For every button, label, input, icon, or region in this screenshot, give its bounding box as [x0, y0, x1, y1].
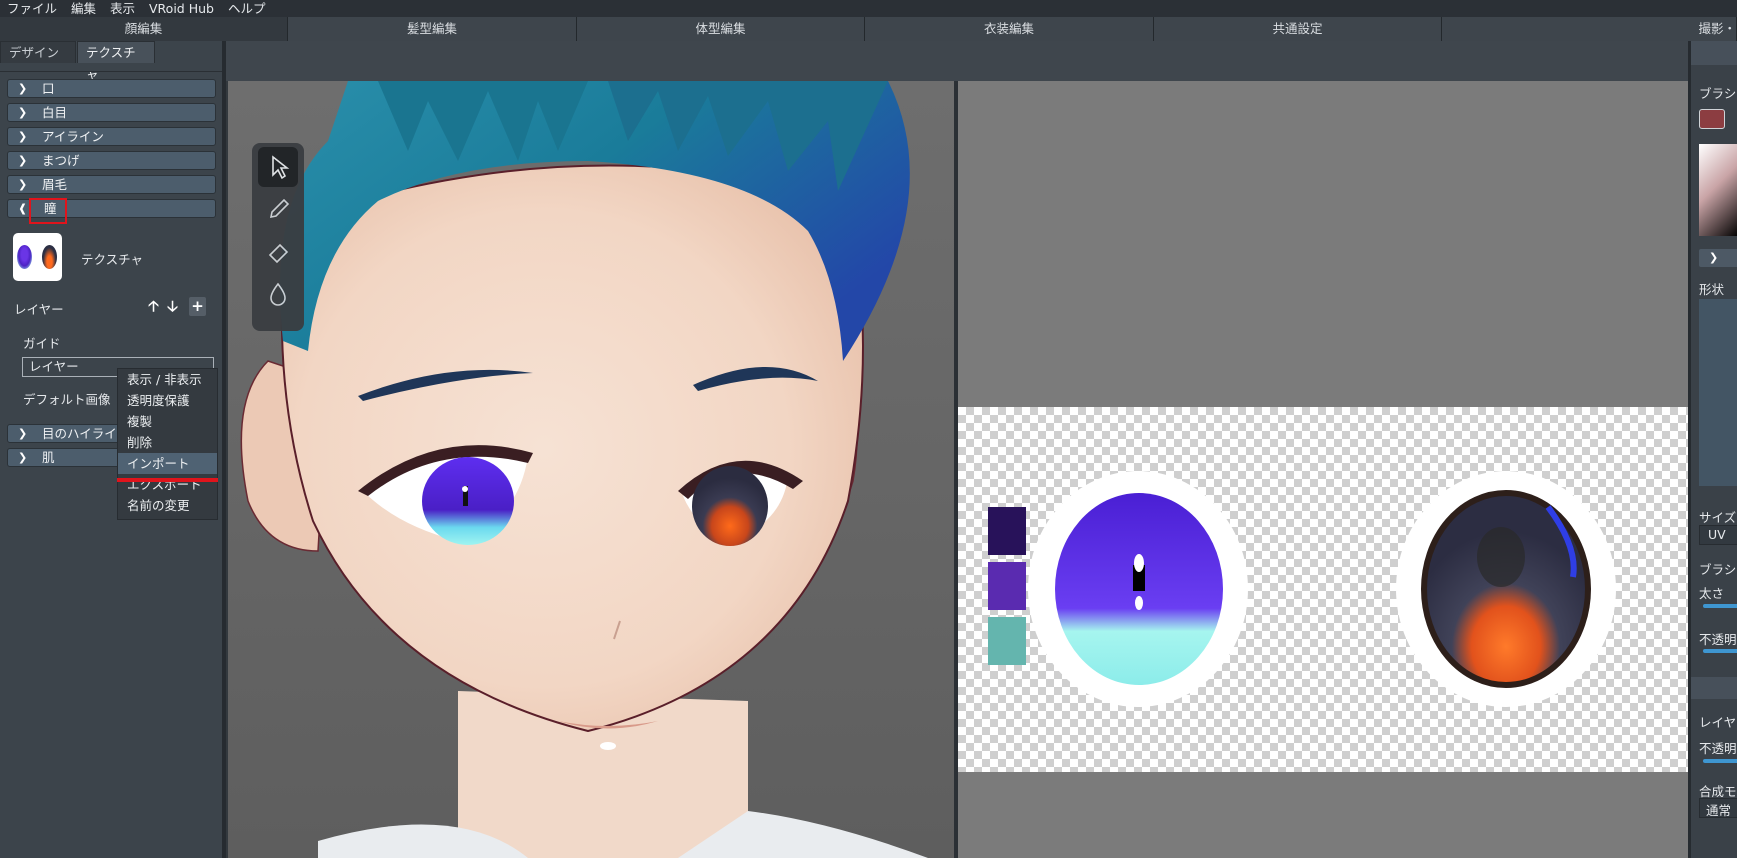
menu-help[interactable]: ヘルプ [221, 0, 266, 17]
brush-shape-list[interactable] [1699, 299, 1737, 486]
menu-item-delete[interactable]: 削除 [118, 432, 217, 453]
chevron-down-icon: ❯ [18, 106, 28, 119]
iris-texture-art [1028, 471, 1616, 707]
section-label: 口 [42, 81, 55, 96]
uv-label: UV [1708, 527, 1726, 542]
opacity-label: 不透明 [1699, 632, 1737, 647]
chevron-down-icon: ❯ [18, 82, 28, 95]
select-arrow-icon[interactable] [258, 147, 298, 187]
default-image-layer[interactable]: デフォルト画像 [23, 389, 111, 408]
add-layer-button[interactable]: + [189, 297, 206, 316]
red-highlight-box [29, 198, 67, 224]
blend-mode-select[interactable]: 通常 [1699, 798, 1737, 818]
layer-opacity-label: 不透明 [1699, 741, 1737, 756]
menu-bar: ファイル 編集 表示 VRoid Hub ヘルプ [0, 0, 1737, 17]
guide-layer[interactable]: ガイド [23, 333, 61, 352]
brush-color-swatch[interactable] [1699, 109, 1725, 129]
chevron-down-icon: ❯ [18, 130, 28, 143]
texture-editor-view[interactable] [958, 81, 1688, 858]
tab-common-settings[interactable]: 共通設定 [1154, 17, 1442, 41]
color-picker[interactable] [1699, 144, 1737, 236]
chevron-down-icon: ❯ [18, 154, 28, 167]
fill-drop-icon[interactable] [258, 273, 298, 313]
section-label: 眉毛 [42, 177, 68, 192]
section-eyewhite[interactable]: ❯ 白目 [7, 103, 216, 122]
texture-canvas[interactable] [958, 407, 1688, 772]
layer-down-button[interactable]: 🡣 [164, 297, 181, 316]
section-label: 白目 [42, 105, 68, 120]
layer-panel-header [1691, 677, 1737, 699]
tab-body-edit[interactable]: 体型編集 [577, 17, 865, 41]
menu-edit[interactable]: 編集 [64, 0, 96, 17]
right-panel-header [1691, 41, 1737, 65]
chevron-up-icon: ❰ [18, 202, 28, 215]
section-label: 肌 [42, 450, 55, 465]
section-mouth[interactable]: ❯ 口 [7, 79, 216, 98]
size-label: サイズ [1699, 510, 1737, 525]
eraser-icon[interactable] [258, 231, 298, 271]
tab-hair-edit[interactable]: 髪型編集 [288, 17, 577, 41]
section-eyeline[interactable]: ❯ アイライン [7, 127, 216, 146]
subtab-divider [0, 71, 222, 72]
right-panel: ブラシ ❯ 形状 サイズ UV ブラシ 太さ 不透明 レイヤ 不透明 合成モ 通… [1688, 41, 1737, 858]
tab-photo[interactable]: 撮影・ [1442, 17, 1737, 41]
layer-label-right: レイヤ [1699, 715, 1737, 730]
subtab-design[interactable]: デザイン [0, 41, 76, 63]
section-eyebrow[interactable]: ❯ 眉毛 [7, 175, 216, 194]
character-face-render [240, 81, 928, 858]
tab-face-edit[interactable]: 顔編集 [0, 17, 288, 41]
chevron-down-icon: ❯ [18, 178, 28, 191]
subtab-texture[interactable]: テクスチャ [77, 41, 155, 82]
chevron-down-icon: ❯ [18, 451, 28, 464]
viewport-top-bar [226, 41, 1688, 81]
menu-item-rename[interactable]: 名前の変更 [118, 495, 217, 516]
tool-palette [252, 143, 304, 331]
layer-label: レイヤー [14, 302, 64, 317]
size-mode-select[interactable]: UV [1699, 525, 1737, 545]
thickness-slider[interactable] [1703, 604, 1737, 608]
3d-model-view[interactable] [228, 81, 954, 858]
menu-view[interactable]: 表示 [103, 0, 135, 17]
tab-outfit-edit[interactable]: 衣装編集 [865, 17, 1154, 41]
chevron-down-icon: ❯ [18, 427, 28, 440]
brush-label: ブラシ [1699, 86, 1737, 101]
menu-vroid-hub[interactable]: VRoid Hub [142, 0, 214, 17]
menu-item-toggle-visibility[interactable]: 表示 / 非表示 [118, 369, 217, 390]
thumb-eye-right [42, 245, 57, 269]
section-eyelash[interactable]: ❯ まつげ [7, 151, 216, 170]
menu-item-duplicate[interactable]: 複製 [118, 411, 217, 432]
opacity-slider[interactable] [1703, 649, 1737, 653]
thumb-eye-left [17, 245, 32, 269]
texture-label: テクスチャ [81, 252, 144, 267]
layer-up-button[interactable]: 🡡 [145, 297, 162, 316]
blend-mode-value: 通常 [1706, 803, 1732, 818]
menu-file[interactable]: ファイル [0, 0, 57, 17]
layer-context-menu: 表示 / 非表示 透明度保護 複製 削除 インポート エクスポート 名前の変更 [117, 368, 218, 520]
shape-label: 形状 [1699, 282, 1725, 297]
iris-texture-thumbnail[interactable] [13, 233, 62, 281]
chevron-down-icon[interactable]: ❯ [1699, 249, 1737, 267]
red-underline-annotation [117, 478, 218, 482]
pen-icon[interactable] [258, 189, 298, 229]
menu-item-alpha-lock[interactable]: 透明度保護 [118, 390, 217, 411]
section-label: まつげ [42, 153, 80, 168]
section-label: アイライン [42, 129, 104, 144]
layer-opacity-slider[interactable] [1703, 759, 1737, 763]
main-tab-bar: 顔編集 髪型編集 体型編集 衣装編集 共通設定 撮影・ [0, 17, 1737, 41]
menu-item-import[interactable]: インポート [118, 453, 217, 474]
thickness-label: 太さ [1699, 586, 1725, 601]
brush-label-2: ブラシ [1699, 562, 1737, 577]
viewport: △△ [226, 41, 1688, 858]
